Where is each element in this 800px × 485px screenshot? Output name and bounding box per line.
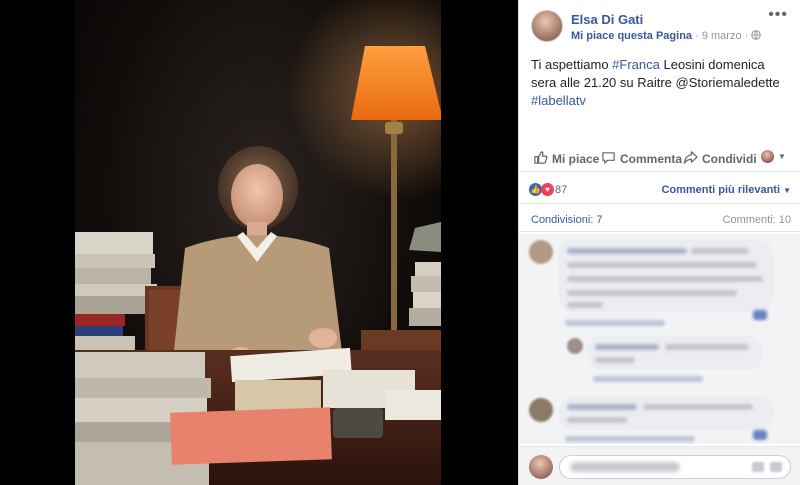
chevron-down-icon: ▼ <box>778 152 786 161</box>
composer-avatar <box>529 455 553 479</box>
comment-avatar[interactable] <box>529 240 553 264</box>
post-photo <box>75 0 441 485</box>
reply-actions[interactable] <box>593 376 703 382</box>
hashtag-labellatv[interactable]: #labellatv <box>531 93 586 108</box>
comment-avatar[interactable] <box>529 398 553 422</box>
camera-icon[interactable] <box>752 462 764 472</box>
user-avatar-icon <box>761 150 774 163</box>
comments-count[interactable]: Commenti: 10 <box>723 214 791 226</box>
post-side-panel: Elsa Di Gati Mi piace questa Pagina · 9 … <box>518 0 800 485</box>
comment-bubble <box>559 396 773 430</box>
post-stats: Condivisioni: 7 Commenti: 10 <box>519 206 800 232</box>
comment-reaction-badge[interactable] <box>753 430 767 440</box>
reactions-row: 👍 ♥ 87 Commenti più rilevanti ▼ <box>519 176 800 204</box>
photo-viewer: Elsa Di Gati Mi piace questa Pagina · 9 … <box>0 0 800 485</box>
post-header: Elsa Di Gati Mi piace questa Pagina · 9 … <box>519 0 800 46</box>
globe-icon <box>751 30 762 42</box>
like-button[interactable]: Mi piace <box>533 150 599 168</box>
meta-separator-2: · <box>744 30 749 42</box>
comment-actions[interactable] <box>565 436 695 442</box>
meta-separator: · <box>695 30 699 42</box>
reaction-identity-selector[interactable]: ▼ <box>761 150 786 163</box>
love-reaction-icon[interactable]: ♥ <box>541 183 554 196</box>
page-avatar[interactable] <box>531 10 563 42</box>
comments-list <box>519 234 800 444</box>
more-options-icon[interactable]: ••• <box>768 6 788 24</box>
comment-label: Commenta <box>620 152 683 166</box>
photo-pane <box>0 0 518 485</box>
comment-sort-label: Commenti più rilevanti <box>661 184 781 196</box>
post-actions: Mi piace Commenta Condividi ▼ <box>519 146 800 172</box>
comment-input[interactable] <box>559 455 791 479</box>
reply-avatar[interactable] <box>567 338 583 354</box>
share-label: Condividi <box>702 152 757 166</box>
comment-button[interactable]: Commenta <box>601 150 682 168</box>
like-label: Mi piace <box>552 152 600 166</box>
sticker-icon[interactable] <box>770 462 782 472</box>
share-arrow-icon <box>683 150 698 168</box>
comment-sort-dropdown[interactable]: Commenti più rilevanti ▼ <box>661 184 791 196</box>
shares-count[interactable]: Condivisioni: 7 <box>531 214 603 226</box>
comment-composer <box>519 446 800 485</box>
thumbs-up-icon <box>533 150 548 168</box>
reply-bubble <box>587 336 763 370</box>
caret-down-icon: ▼ <box>783 186 791 195</box>
page-name[interactable]: Elsa Di Gati <box>571 12 643 27</box>
hashtag-franca[interactable]: #Franca <box>612 57 660 72</box>
reactions-count[interactable]: 87 <box>555 184 567 196</box>
comment-input-placeholder <box>570 462 680 472</box>
comment-bubble <box>559 240 773 312</box>
post-meta: Mi piace questa Pagina · 9 marzo · <box>571 30 762 42</box>
share-button[interactable]: Condividi <box>683 150 757 168</box>
speech-bubble-icon <box>601 150 616 168</box>
post-date[interactable]: 9 marzo <box>702 30 742 42</box>
post-text-prefix: Ti aspettiamo <box>531 57 613 72</box>
photo-illustration <box>75 0 441 485</box>
comment-actions[interactable] <box>565 320 665 326</box>
comment-reaction-badge[interactable] <box>753 310 767 320</box>
like-page-link[interactable]: Mi piace questa Pagina <box>571 30 692 42</box>
post-text: Ti aspettiamo #Franca Leosini domenica s… <box>519 46 800 110</box>
